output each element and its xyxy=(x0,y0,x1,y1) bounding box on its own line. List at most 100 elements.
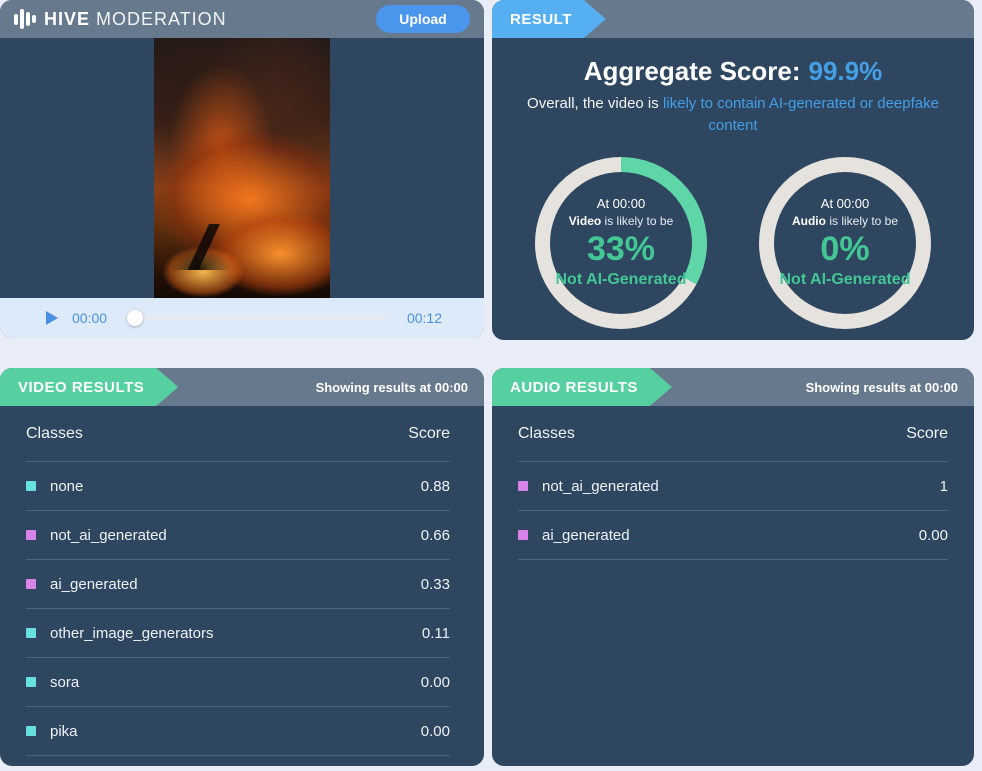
showing-prefix: Showing results at xyxy=(316,380,435,395)
gauge-time: At 00:00 xyxy=(597,196,645,211)
class-score: 0.11 xyxy=(422,625,450,642)
class-score: 0.00 xyxy=(421,674,450,691)
video-player-panel: HIVE MODERATION Upload 00:00 00:12 xyxy=(0,0,484,338)
class-label: ai_generated xyxy=(542,527,630,544)
aggregate-score-label: Aggregate Score: xyxy=(584,56,801,86)
audio-results-tab: AUDIO RESULTS xyxy=(492,368,672,406)
result-header: RESULT xyxy=(492,0,974,38)
seek-track xyxy=(127,316,387,320)
hive-bars-icon xyxy=(14,8,36,30)
video-results-tab: VIDEO RESULTS xyxy=(0,368,178,406)
audio-results-rows: not_ai_generated 1 ai_generated 0.00 xyxy=(518,462,948,560)
app-header: HIVE MODERATION Upload xyxy=(0,0,484,38)
table-row[interactable]: ai_generated 0.33 xyxy=(26,560,450,609)
video-gauge-ring: At 00:00 Video is likely to be 33% Not A… xyxy=(535,157,707,329)
seek-slider[interactable] xyxy=(127,310,387,326)
gauge-percent: 0% xyxy=(820,230,869,269)
brand-title: HIVE MODERATION xyxy=(44,9,227,30)
video-player-controls: 00:00 00:12 xyxy=(0,298,484,338)
audio-results-table: Classes Score not_ai_generated 1 ai_genera… xyxy=(492,406,974,766)
class-color-bullet-icon xyxy=(518,481,528,491)
result-panel: RESULT Aggregate Score: 99.9% Overall, th… xyxy=(492,0,974,340)
overall-highlight: likely to contain AI-generated or deepfa… xyxy=(663,95,939,134)
aggregate-score-value: 99.9% xyxy=(809,56,883,86)
class-score: 0.66 xyxy=(421,527,450,544)
gauge-percent: 33% xyxy=(587,230,655,269)
class-color-bullet-icon xyxy=(26,481,36,491)
duration: 00:12 xyxy=(407,310,442,326)
class-color-bullet-icon xyxy=(518,530,528,540)
gauge-medium: Video xyxy=(569,214,601,228)
gauge-verdict: Not AI-Generated xyxy=(556,271,687,289)
video-results-rows: none 0.88 not_ai_generated 0.66 ai_generated… xyxy=(26,462,450,756)
hive-moderation-app: HIVE MODERATION Upload 00:00 00:12 RESULT… xyxy=(0,0,982,771)
brand-hive: HIVE xyxy=(44,9,90,29)
table-row[interactable]: not_ai_generated 0.66 xyxy=(26,511,450,560)
class-label: ai_generated xyxy=(50,576,138,593)
current-time: 00:00 xyxy=(72,310,107,326)
table-header-row: Classes Score xyxy=(26,406,450,462)
showing-results-text: Showing results at 00:00 xyxy=(316,380,484,395)
seek-knob[interactable] xyxy=(127,310,143,326)
overall-verdict: Overall, the video is likely to contain … xyxy=(512,93,954,137)
video-results-table: Classes Score none 0.88 not_ai_generated 0.… xyxy=(0,406,484,766)
class-score: 0.00 xyxy=(421,723,450,740)
class-label: pika xyxy=(50,723,78,740)
play-icon[interactable] xyxy=(46,311,58,325)
gauge-time: At 00:00 xyxy=(821,196,869,211)
gauges: At 00:00 Video is likely to be 33% Not A… xyxy=(512,157,954,341)
table-row[interactable]: pika 0.00 xyxy=(26,707,450,756)
table-row[interactable]: other_image_generators 0.11 xyxy=(26,609,450,658)
classes-column-header: Classes xyxy=(518,425,575,443)
gauge-likely-text: is likely to be xyxy=(601,214,673,228)
result-tab: RESULT xyxy=(492,0,606,38)
video-gauge-inner: At 00:00 Video is likely to be 33% Not A… xyxy=(550,172,692,314)
video-stage xyxy=(0,38,484,298)
class-label: sora xyxy=(50,674,79,691)
video-results-panel: VIDEO RESULTS Showing results at 00:00 C… xyxy=(0,368,484,766)
gauge-likely: Video is likely to be xyxy=(569,214,674,228)
hive-logo: HIVE MODERATION xyxy=(0,8,227,30)
class-label: none xyxy=(50,478,83,495)
showing-prefix: Showing results at xyxy=(806,380,925,395)
gauge-medium: Audio xyxy=(792,214,826,228)
class-color-bullet-icon xyxy=(26,726,36,736)
audio-results-panel: AUDIO RESULTS Showing results at 00:00 C… xyxy=(492,368,974,766)
class-label: not_ai_generated xyxy=(50,527,167,544)
result-content: Aggregate Score: 99.9% Overall, the video… xyxy=(492,38,974,340)
gauge-likely-text: is likely to be xyxy=(826,214,898,228)
audio-results-header: AUDIO RESULTS Showing results at 00:00 xyxy=(492,368,974,406)
class-score: 0.88 xyxy=(421,478,450,495)
class-score: 0.33 xyxy=(421,576,450,593)
showing-time: 00:00 xyxy=(435,380,468,395)
upload-button[interactable]: Upload xyxy=(376,5,470,33)
class-score: 1 xyxy=(940,478,948,495)
audio-gauge: At 00:00 Audio is likely to be 0% Not AI… xyxy=(759,157,931,341)
audio-gauge-inner: At 00:00 Audio is likely to be 0% Not AI… xyxy=(774,172,916,314)
overall-prefix: Overall, the video is xyxy=(527,95,663,112)
class-score: 0.00 xyxy=(919,527,948,544)
class-color-bullet-icon xyxy=(26,530,36,540)
audio-gauge-ring: At 00:00 Audio is likely to be 0% Not AI… xyxy=(759,157,931,329)
video-gauge: At 00:00 Video is likely to be 33% Not A… xyxy=(535,157,707,341)
table-row[interactable]: sora 0.00 xyxy=(26,658,450,707)
table-row[interactable]: none 0.88 xyxy=(26,462,450,511)
video-thumbnail[interactable] xyxy=(154,38,330,298)
brand-moderation: MODERATION xyxy=(96,9,227,29)
table-header-row: Classes Score xyxy=(518,406,948,462)
table-row[interactable]: ai_generated 0.00 xyxy=(518,511,948,560)
showing-time: 00:00 xyxy=(925,380,958,395)
gauge-likely: Audio is likely to be xyxy=(792,214,898,228)
class-color-bullet-icon xyxy=(26,628,36,638)
showing-results-text: Showing results at 00:00 xyxy=(806,380,974,395)
class-label: other_image_generators xyxy=(50,625,213,642)
score-column-header: Score xyxy=(408,425,450,443)
class-label: not_ai_generated xyxy=(542,478,659,495)
video-results-header: VIDEO RESULTS Showing results at 00:00 xyxy=(0,368,484,406)
gauge-verdict: Not AI-Generated xyxy=(780,271,911,289)
aggregate-score: Aggregate Score: 99.9% xyxy=(512,56,954,87)
class-color-bullet-icon xyxy=(26,677,36,687)
classes-column-header: Classes xyxy=(26,425,83,443)
table-row[interactable]: not_ai_generated 1 xyxy=(518,462,948,511)
score-column-header: Score xyxy=(906,425,948,443)
